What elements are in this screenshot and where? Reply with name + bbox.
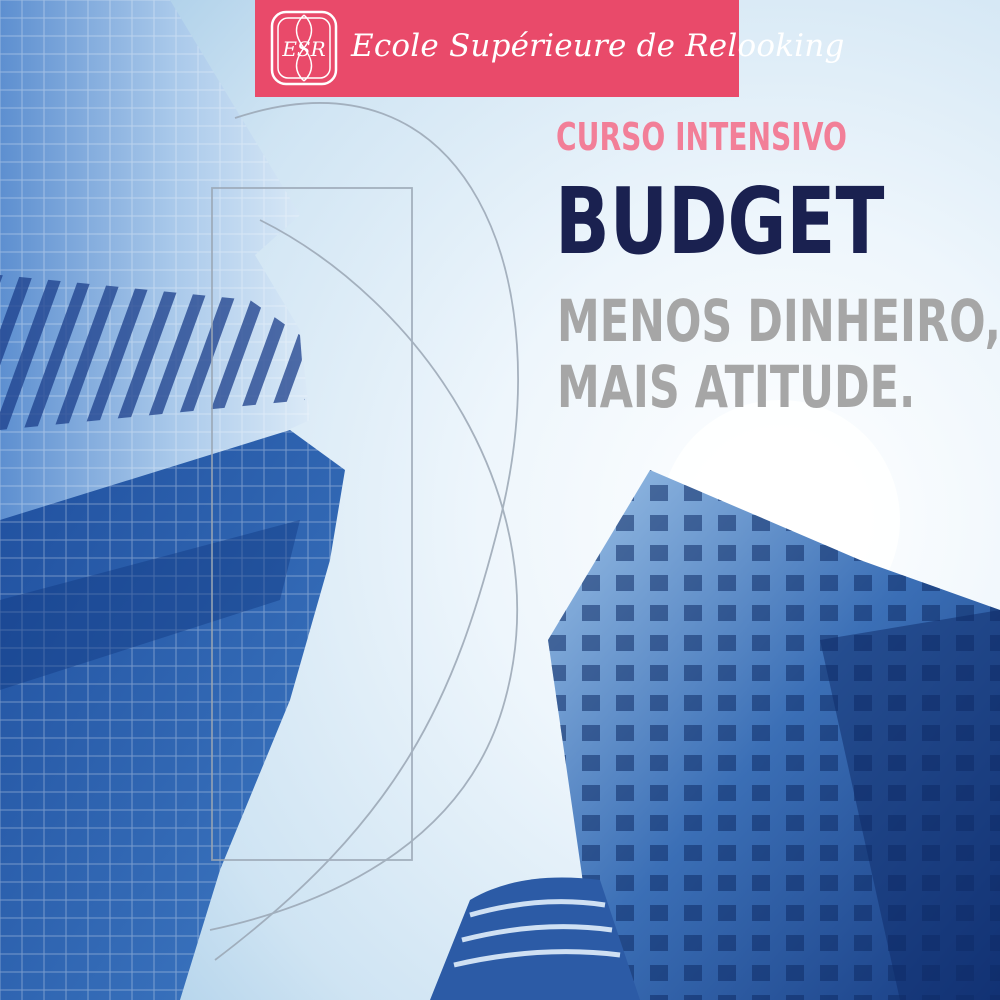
esr-monogram-logo-icon: ESR <box>270 10 338 86</box>
svg-text:ESR: ESR <box>281 37 325 61</box>
tagline-line-1: MENOS DINHEIRO, <box>557 287 1000 355</box>
tagline-line-2: MAIS ATITUDE. <box>557 353 916 421</box>
course-title: BUDGET <box>555 168 885 275</box>
course-kicker: CURSO INTENSIVO <box>556 115 847 159</box>
skyscraper-photo-background <box>0 0 1000 1000</box>
logo-banner: ESR Ecole Supérieure de Relooking <box>255 0 844 97</box>
brand-name: Ecole Supérieure de Relooking <box>351 28 845 64</box>
